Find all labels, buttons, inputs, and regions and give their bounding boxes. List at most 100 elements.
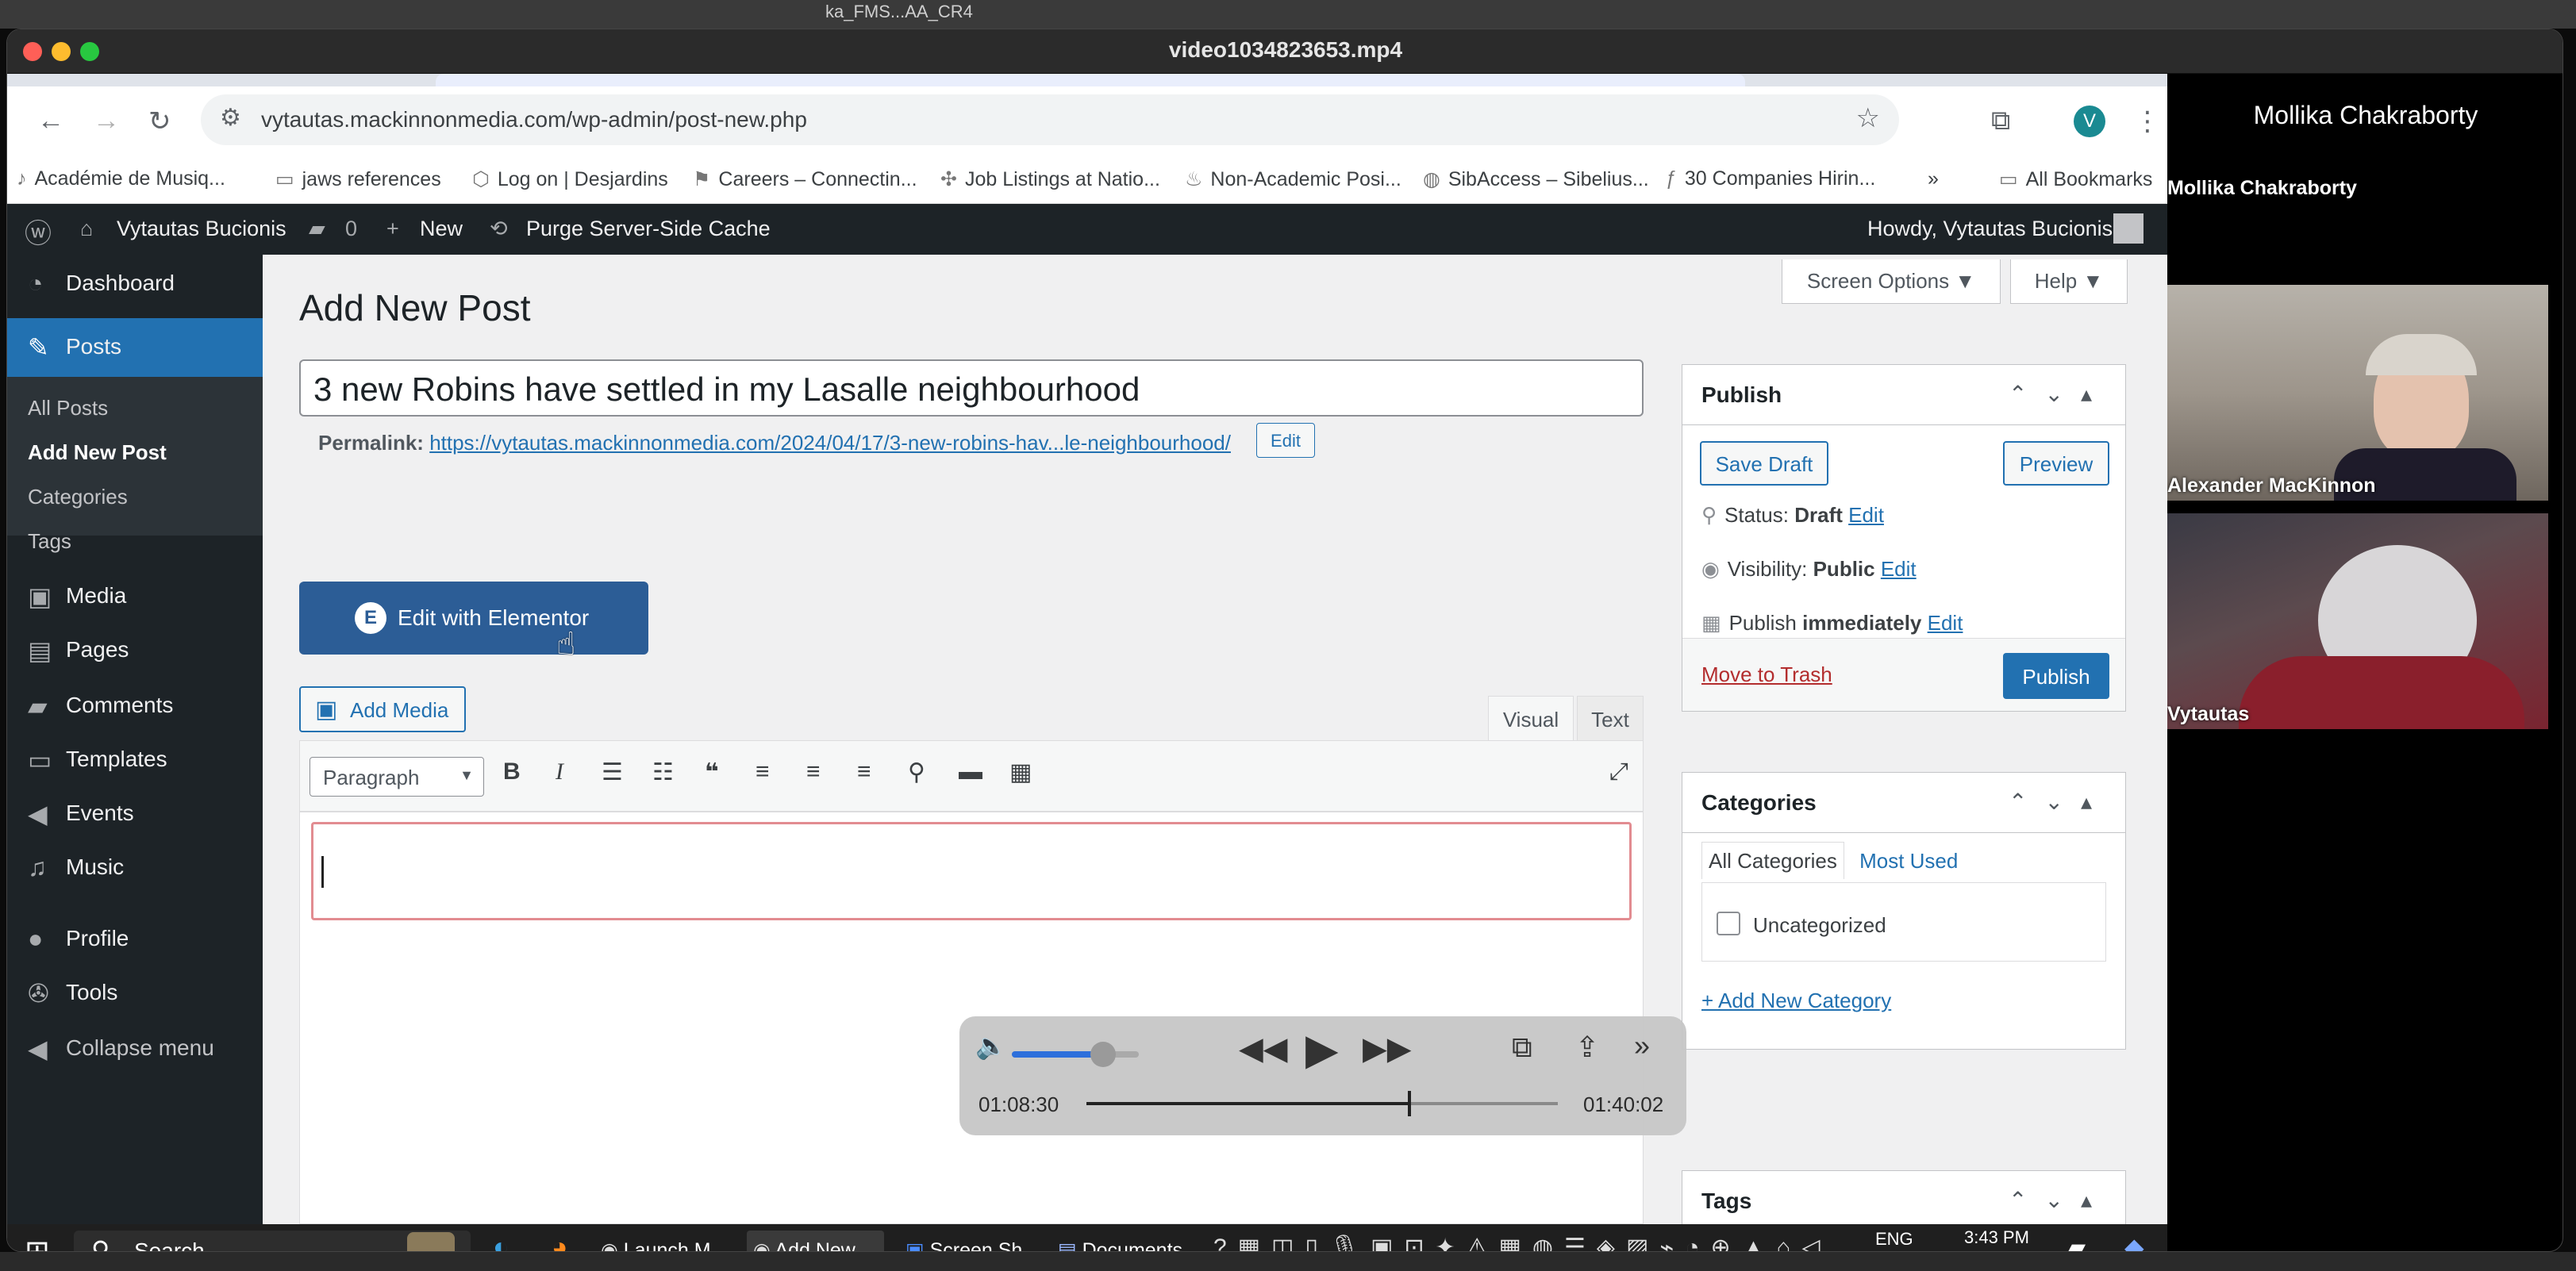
rewind-icon[interactable]: ◀◀: [1239, 1031, 1288, 1067]
edge-icon[interactable]: ◐: [493, 1232, 509, 1251]
move-to-trash-link[interactable]: Move to Trash: [1701, 662, 1832, 687]
bold-icon[interactable]: B: [503, 758, 521, 785]
comments-icon[interactable]: ▰: [309, 217, 325, 241]
permalink-link[interactable]: https://vytautas.mackinnonmedia.com/2024…: [429, 431, 1231, 455]
active-tab[interactable]: [436, 74, 1745, 86]
metabox-controls[interactable]: ⌃⌄▴: [2009, 789, 2109, 815]
sidebar-item-posts[interactable]: ✎ Posts: [7, 318, 263, 377]
bullet-list-icon[interactable]: ☰: [602, 758, 623, 786]
metabox-controls[interactable]: ⌃⌄▴: [2009, 1187, 2109, 1213]
taskbar-app[interactable]: ◉ Launch M...: [594, 1231, 733, 1251]
bookmark-item[interactable]: ▭ jaws references: [275, 167, 441, 191]
sidebar-item-dashboard[interactable]: ◔ Dashboard: [7, 258, 263, 309]
volume-icon[interactable]: 🔈: [975, 1031, 1007, 1061]
sidebar-item-pages[interactable]: ▤ Pages: [7, 624, 263, 675]
user-avatar[interactable]: [2113, 213, 2143, 244]
taskbar-app-active[interactable]: ◉ Add New ...: [747, 1231, 884, 1251]
tab-visual[interactable]: Visual: [1488, 696, 1574, 740]
address-bar[interactable]: ⚙ vytautas.mackinnonmedia.com/wp-admin/p…: [201, 94, 1899, 145]
editor-text-area[interactable]: [311, 822, 1632, 920]
link-icon[interactable]: ⚲: [908, 758, 925, 786]
profile-avatar[interactable]: V: [2074, 106, 2105, 137]
paragraph-format-select[interactable]: Paragraph ▼: [310, 757, 484, 797]
sidebar-item-events[interactable]: ◀ Events: [7, 788, 263, 839]
windows-start-icon[interactable]: ⊞: [25, 1234, 50, 1251]
comments-count[interactable]: 0: [345, 217, 357, 241]
fast-forward-icon[interactable]: ▶▶: [1363, 1031, 1412, 1067]
language-indicator[interactable]: ENG: [1875, 1229, 1913, 1250]
sidebar-item-music[interactable]: ♫ Music: [7, 842, 263, 893]
toolbar-toggle-icon[interactable]: ▦: [1009, 758, 1032, 786]
taskbar-search[interactable]: ⚲ Search: [74, 1231, 471, 1251]
align-left-icon[interactable]: ≡: [755, 758, 770, 785]
volume-knob[interactable]: [1090, 1042, 1117, 1067]
uncategorized-checkbox[interactable]: [1717, 912, 1740, 935]
status-edit-link[interactable]: Edit: [1848, 503, 1884, 527]
add-new-category-link[interactable]: + Add New Category: [1701, 989, 1891, 1013]
submenu-all-posts[interactable]: All Posts: [28, 396, 108, 420]
notifications-icon[interactable]: ▰: [2067, 1234, 2086, 1251]
extensions-icon[interactable]: ⧉: [1991, 106, 2010, 136]
tab-most-used[interactable]: Most Used: [1859, 849, 1958, 873]
more-controls-icon[interactable]: »: [1634, 1029, 1650, 1062]
forward-icon[interactable]: →: [93, 106, 120, 136]
site-info-icon[interactable]: ⚙: [220, 104, 241, 132]
sidebar-item-tools[interactable]: ✇ Tools: [7, 967, 263, 1018]
edit-with-elementor-button[interactable]: E Edit with Elementor ☝: [299, 582, 648, 662]
howdy-user-link[interactable]: Howdy, Vytautas Bucionis: [1867, 217, 2113, 241]
participant-video-tile[interactable]: Alexander MacKinnon: [2167, 285, 2548, 501]
wordpress-logo-icon[interactable]: ⓦ: [25, 212, 52, 251]
bookmark-item[interactable]: ⬡ Log on | Desjardins: [472, 167, 668, 191]
collapse-menu-button[interactable]: ◀ Collapse menu: [7, 1023, 263, 1073]
reload-icon[interactable]: ↻: [148, 106, 171, 137]
submenu-tags[interactable]: Tags: [28, 529, 71, 554]
bookmark-item[interactable]: ♨ Non-Academic Posi...: [1185, 167, 1401, 191]
tab-all-categories[interactable]: All Categories: [1701, 842, 1844, 879]
sidebar-item-profile[interactable]: ● Profile: [7, 913, 263, 964]
sidebar-item-templates[interactable]: ▭ Templates: [7, 734, 263, 785]
taskbar-app[interactable]: ▤ Documents: [1052, 1231, 1189, 1251]
permalink-edit-button[interactable]: Edit: [1256, 423, 1315, 458]
add-media-button[interactable]: ▣ Add Media: [299, 686, 466, 732]
sidebar-item-media[interactable]: ▣ Media: [7, 570, 263, 621]
save-draft-button[interactable]: Save Draft: [1700, 441, 1828, 486]
volume-slider[interactable]: [1012, 1042, 1139, 1067]
preview-button[interactable]: Preview: [2003, 441, 2109, 486]
bookmark-item[interactable]: ◍ SibAccess – Sibelius...: [1423, 167, 1649, 191]
bookmark-item[interactable]: ♪ Académie de Musiq...: [17, 167, 225, 190]
system-tray-icons[interactable]: ?▦◫▯🎙▣⊡✦⚠▦◍☰◈▨⌁◔⊕▲⌂◁: [1213, 1234, 1832, 1251]
firefox-icon[interactable]: ◕: [552, 1232, 568, 1251]
visibility-edit-link[interactable]: Edit: [1881, 557, 1917, 581]
site-name-link[interactable]: Vytautas Bucionis: [117, 217, 286, 241]
align-right-icon[interactable]: ≡: [857, 758, 871, 785]
bookmark-star-icon[interactable]: ☆: [1856, 102, 1880, 134]
blockquote-icon[interactable]: ❝: [705, 758, 719, 786]
share-icon[interactable]: ⇪: [1575, 1031, 1599, 1064]
screen-options-button[interactable]: Screen Options ▼: [1782, 259, 2001, 304]
publish-button[interactable]: Publish: [2003, 653, 2109, 699]
more-bookmarks-button[interactable]: »: [1928, 167, 1939, 190]
clock-time[interactable]: 3:43 PM: [1964, 1227, 2029, 1248]
bookmark-item[interactable]: ƒ 30 Companies Hirin...: [1666, 167, 1875, 190]
bookmark-item[interactable]: ⚑ Careers – Connectin...: [693, 167, 917, 191]
metabox-controls[interactable]: ⌃⌄▴: [2009, 381, 2109, 407]
taskbar-app[interactable]: ▣ Screen Sh...: [899, 1231, 1045, 1251]
bookmark-item[interactable]: ✣ Job Listings at Natio...: [940, 167, 1160, 191]
picture-in-picture-icon[interactable]: ⧉: [1512, 1031, 1532, 1065]
back-icon[interactable]: ←: [37, 106, 64, 136]
submenu-categories[interactable]: Categories: [28, 485, 128, 509]
browser-menu-icon[interactable]: ⋮: [2134, 106, 2161, 137]
help-button[interactable]: Help ▼: [2010, 259, 2128, 304]
all-bookmarks-button[interactable]: ▭ All Bookmarks: [1999, 167, 2152, 191]
fullscreen-icon[interactable]: ⤢: [1609, 758, 1628, 785]
playhead[interactable]: [1407, 1091, 1411, 1116]
italic-icon[interactable]: I: [556, 758, 563, 785]
copilot-icon[interactable]: ◆: [2124, 1232, 2144, 1251]
sidebar-item-comments[interactable]: ▰ Comments: [7, 680, 263, 731]
post-title-input[interactable]: 3 new Robins have settled in my Lasalle …: [299, 359, 1644, 417]
read-more-icon[interactable]: ▬: [959, 758, 982, 785]
submenu-add-new-post[interactable]: Add New Post: [28, 440, 167, 465]
purge-cache-link[interactable]: Purge Server-Side Cache: [526, 217, 771, 241]
participant-video-tile[interactable]: Vytautas: [2167, 513, 2548, 729]
play-icon[interactable]: ▶: [1305, 1024, 1339, 1074]
